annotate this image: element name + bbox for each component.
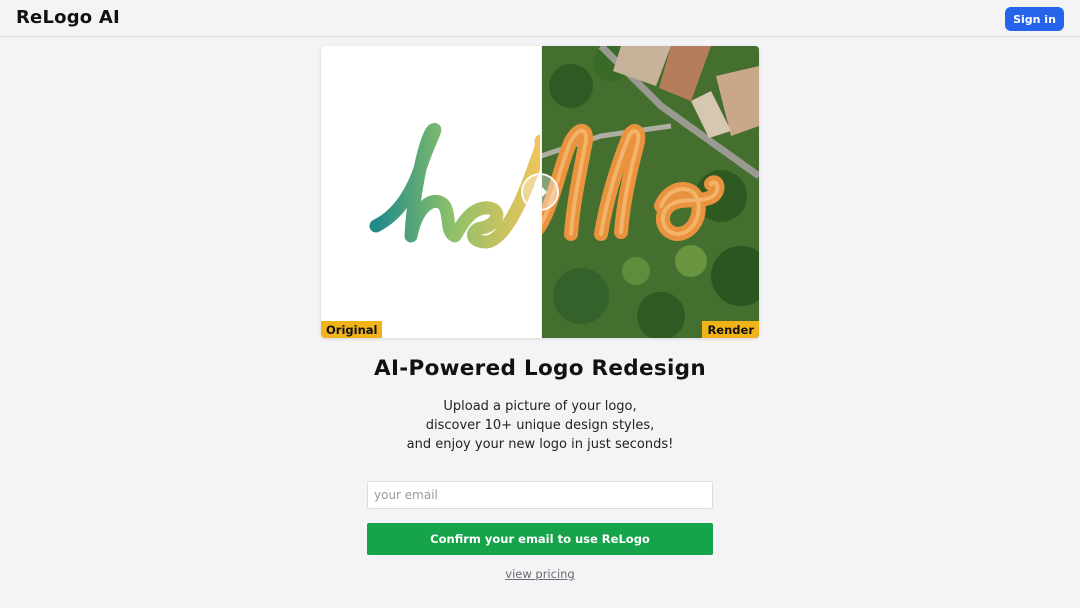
description-line-3: and enjoy your new logo in just seconds! bbox=[406, 437, 674, 452]
pricing-link-container: view pricing bbox=[0, 563, 1080, 582]
email-input[interactable] bbox=[367, 481, 713, 509]
rendered-logo-image bbox=[541, 46, 759, 338]
view-pricing-link[interactable]: view pricing bbox=[505, 567, 574, 581]
comparison-slider-handle[interactable] bbox=[521, 173, 559, 211]
hero-description: Upload a picture of your logo, discover … bbox=[0, 397, 1080, 454]
page-title: AI-Powered Logo Redesign bbox=[374, 356, 706, 381]
original-logo-image bbox=[369, 122, 541, 249]
description-line-1: Upload a picture of your logo, bbox=[443, 399, 637, 414]
confirm-email-button[interactable]: Confirm your email to use ReLogo bbox=[367, 523, 713, 555]
description-line-2: discover 10+ unique design styles, bbox=[425, 418, 655, 433]
original-image-pane bbox=[321, 46, 541, 338]
left-right-arrows-icon bbox=[533, 187, 547, 197]
render-image-pane bbox=[541, 46, 759, 338]
original-label-badge: Original bbox=[321, 321, 383, 338]
render-label-badge: Render bbox=[702, 321, 759, 338]
sign-in-button[interactable]: Sign in bbox=[1005, 7, 1064, 31]
top-navigation-bar: ReLogo AI Sign in bbox=[0, 0, 1080, 37]
brand-logo-text[interactable]: ReLogo AI bbox=[16, 7, 120, 28]
before-after-comparison[interactable]: Original Render bbox=[321, 46, 759, 338]
